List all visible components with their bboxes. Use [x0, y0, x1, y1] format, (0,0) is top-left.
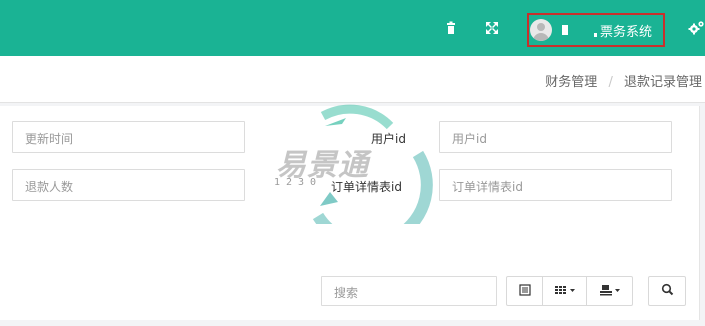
table-search-input[interactable]: 搜索: [321, 276, 497, 306]
search-button[interactable]: [648, 276, 686, 306]
update-time-field[interactable]: 更新时间: [12, 121, 245, 153]
fullscreen-icon[interactable]: [484, 20, 500, 36]
breadcrumb-item-finance[interactable]: 财务管理: [545, 75, 597, 90]
breadcrumb-separator: /: [608, 75, 613, 90]
breadcrumb-item-refund-records: 退款记录管理: [623, 75, 702, 90]
breadcrumb: 财务管理 / 退款记录管理: [545, 71, 702, 90]
watermark-digits: 1230: [274, 177, 323, 188]
user-name: 票务系统: [600, 25, 653, 40]
table-toolbar: [506, 276, 633, 306]
search-icon: [661, 283, 674, 299]
update-time-placeholder: 更新时间: [25, 132, 74, 146]
table-search-placeholder: 搜索: [334, 286, 359, 300]
cogs-icon[interactable]: [688, 20, 704, 36]
order-detail-id-placeholder: 订单详情表id: [452, 180, 523, 194]
toggle-view-button[interactable]: [506, 276, 543, 306]
watermark-logo: 易景通 1230: [268, 104, 438, 224]
breadcrumb-bar: 财务管理 / 退款记录管理: [0, 56, 705, 103]
user-id-placeholder: 用户id: [452, 132, 487, 146]
top-navbar: 票务系统: [0, 0, 705, 56]
export-dropdown-button[interactable]: [587, 276, 633, 306]
user-id-field[interactable]: 用户id: [439, 121, 672, 153]
refund-count-placeholder: 退款人数: [25, 180, 74, 194]
list-icon: [518, 283, 531, 299]
user-menu[interactable]: 票务系统: [527, 13, 665, 47]
columns-dropdown-button[interactable]: [543, 276, 587, 306]
refund-count-field[interactable]: 退款人数: [12, 169, 245, 201]
order-detail-id-field[interactable]: 订单详情表id: [439, 169, 672, 201]
grid-icon: [554, 284, 576, 299]
trash-icon[interactable]: [443, 20, 459, 36]
export-icon: [599, 284, 621, 299]
user-avatar: [530, 19, 552, 41]
